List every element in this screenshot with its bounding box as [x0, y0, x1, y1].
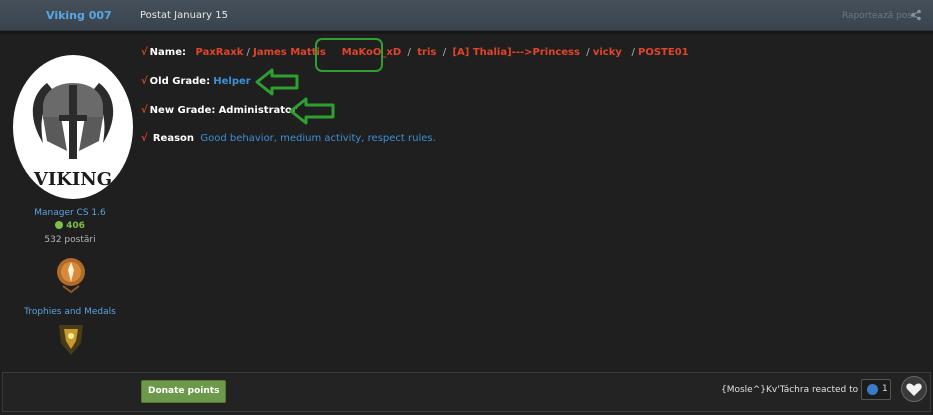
name-item: vicky — [592, 47, 622, 58]
name-line: √ Name: PaxRaxk / James Mattis MaKoO_xD /… — [141, 47, 689, 58]
reaction-count-value: 1 — [882, 384, 888, 394]
donate-points-button[interactable]: Donate points — [141, 380, 227, 403]
reason-label: Reason — [152, 133, 195, 144]
left-arrow-icon — [255, 68, 299, 96]
old-grade-value: Helper — [213, 76, 251, 87]
reaction-count[interactable]: 1 — [861, 379, 891, 400]
checkmark-icon: √ — [141, 133, 148, 144]
old-grade-line: √ Old Grade: Helper — [141, 76, 251, 87]
author-name-link[interactable]: Viking 007 — [46, 9, 112, 22]
name-item: PaxRaxk — [195, 47, 244, 58]
avatar[interactable]: VIKING — [13, 55, 133, 199]
heart-icon — [906, 383, 922, 396]
name-label: Name: — [149, 47, 186, 58]
trophy-shield-icon — [59, 325, 83, 355]
share-icon[interactable] — [910, 9, 922, 21]
reputation: 406 — [0, 221, 140, 231]
reputation-icon — [55, 221, 64, 229]
left-arrow-icon — [289, 97, 335, 125]
post-date[interactable]: Postat January 15 — [140, 10, 228, 21]
highlight-box — [315, 38, 383, 72]
new-grade-line: √ New Grade: Administrator — [141, 105, 297, 116]
new-grade-value: Administrator — [218, 105, 297, 116]
avatar-wordmark: VIKING — [33, 169, 112, 190]
name-item: [A] Thalia]--->Princess — [452, 47, 580, 58]
reaction-summary[interactable]: {Mosle^}Kv'Táchra reacted to this — [721, 385, 877, 395]
trophies-link[interactable]: Trophies and Medals — [0, 307, 140, 317]
react-button[interactable] — [901, 376, 927, 402]
viking-helmet-logo: VIKING — [32, 83, 114, 190]
like-reaction-icon — [867, 384, 878, 395]
post-header: Viking 007 Postat January 15 Raportează … — [0, 0, 933, 31]
reputation-value: 406 — [66, 221, 85, 231]
user-role: Manager CS 1.6 — [34, 208, 106, 218]
checkmark-icon: √ — [141, 105, 148, 116]
reason-value: Good behavior, medium activity, respect … — [200, 133, 436, 144]
checkmark-icon: √ — [141, 76, 148, 87]
report-post-link[interactable]: Raportează post — [842, 11, 916, 21]
rank-badge-icon — [57, 258, 85, 294]
old-grade-label: Old Grade: — [149, 76, 211, 87]
reason-line: √ Reason Good behavior, medium activity,… — [141, 133, 436, 144]
post-footer: Donate points {Mosle^}Kv'Táchra reacted … — [2, 372, 931, 412]
name-item: tris — [417, 47, 437, 58]
new-grade-label: New Grade: — [149, 105, 216, 116]
name-item: POSTE01 — [638, 47, 689, 58]
post-count: 532 postări — [44, 235, 96, 245]
header-divider — [0, 31, 933, 34]
checkmark-icon: √ — [141, 47, 148, 58]
